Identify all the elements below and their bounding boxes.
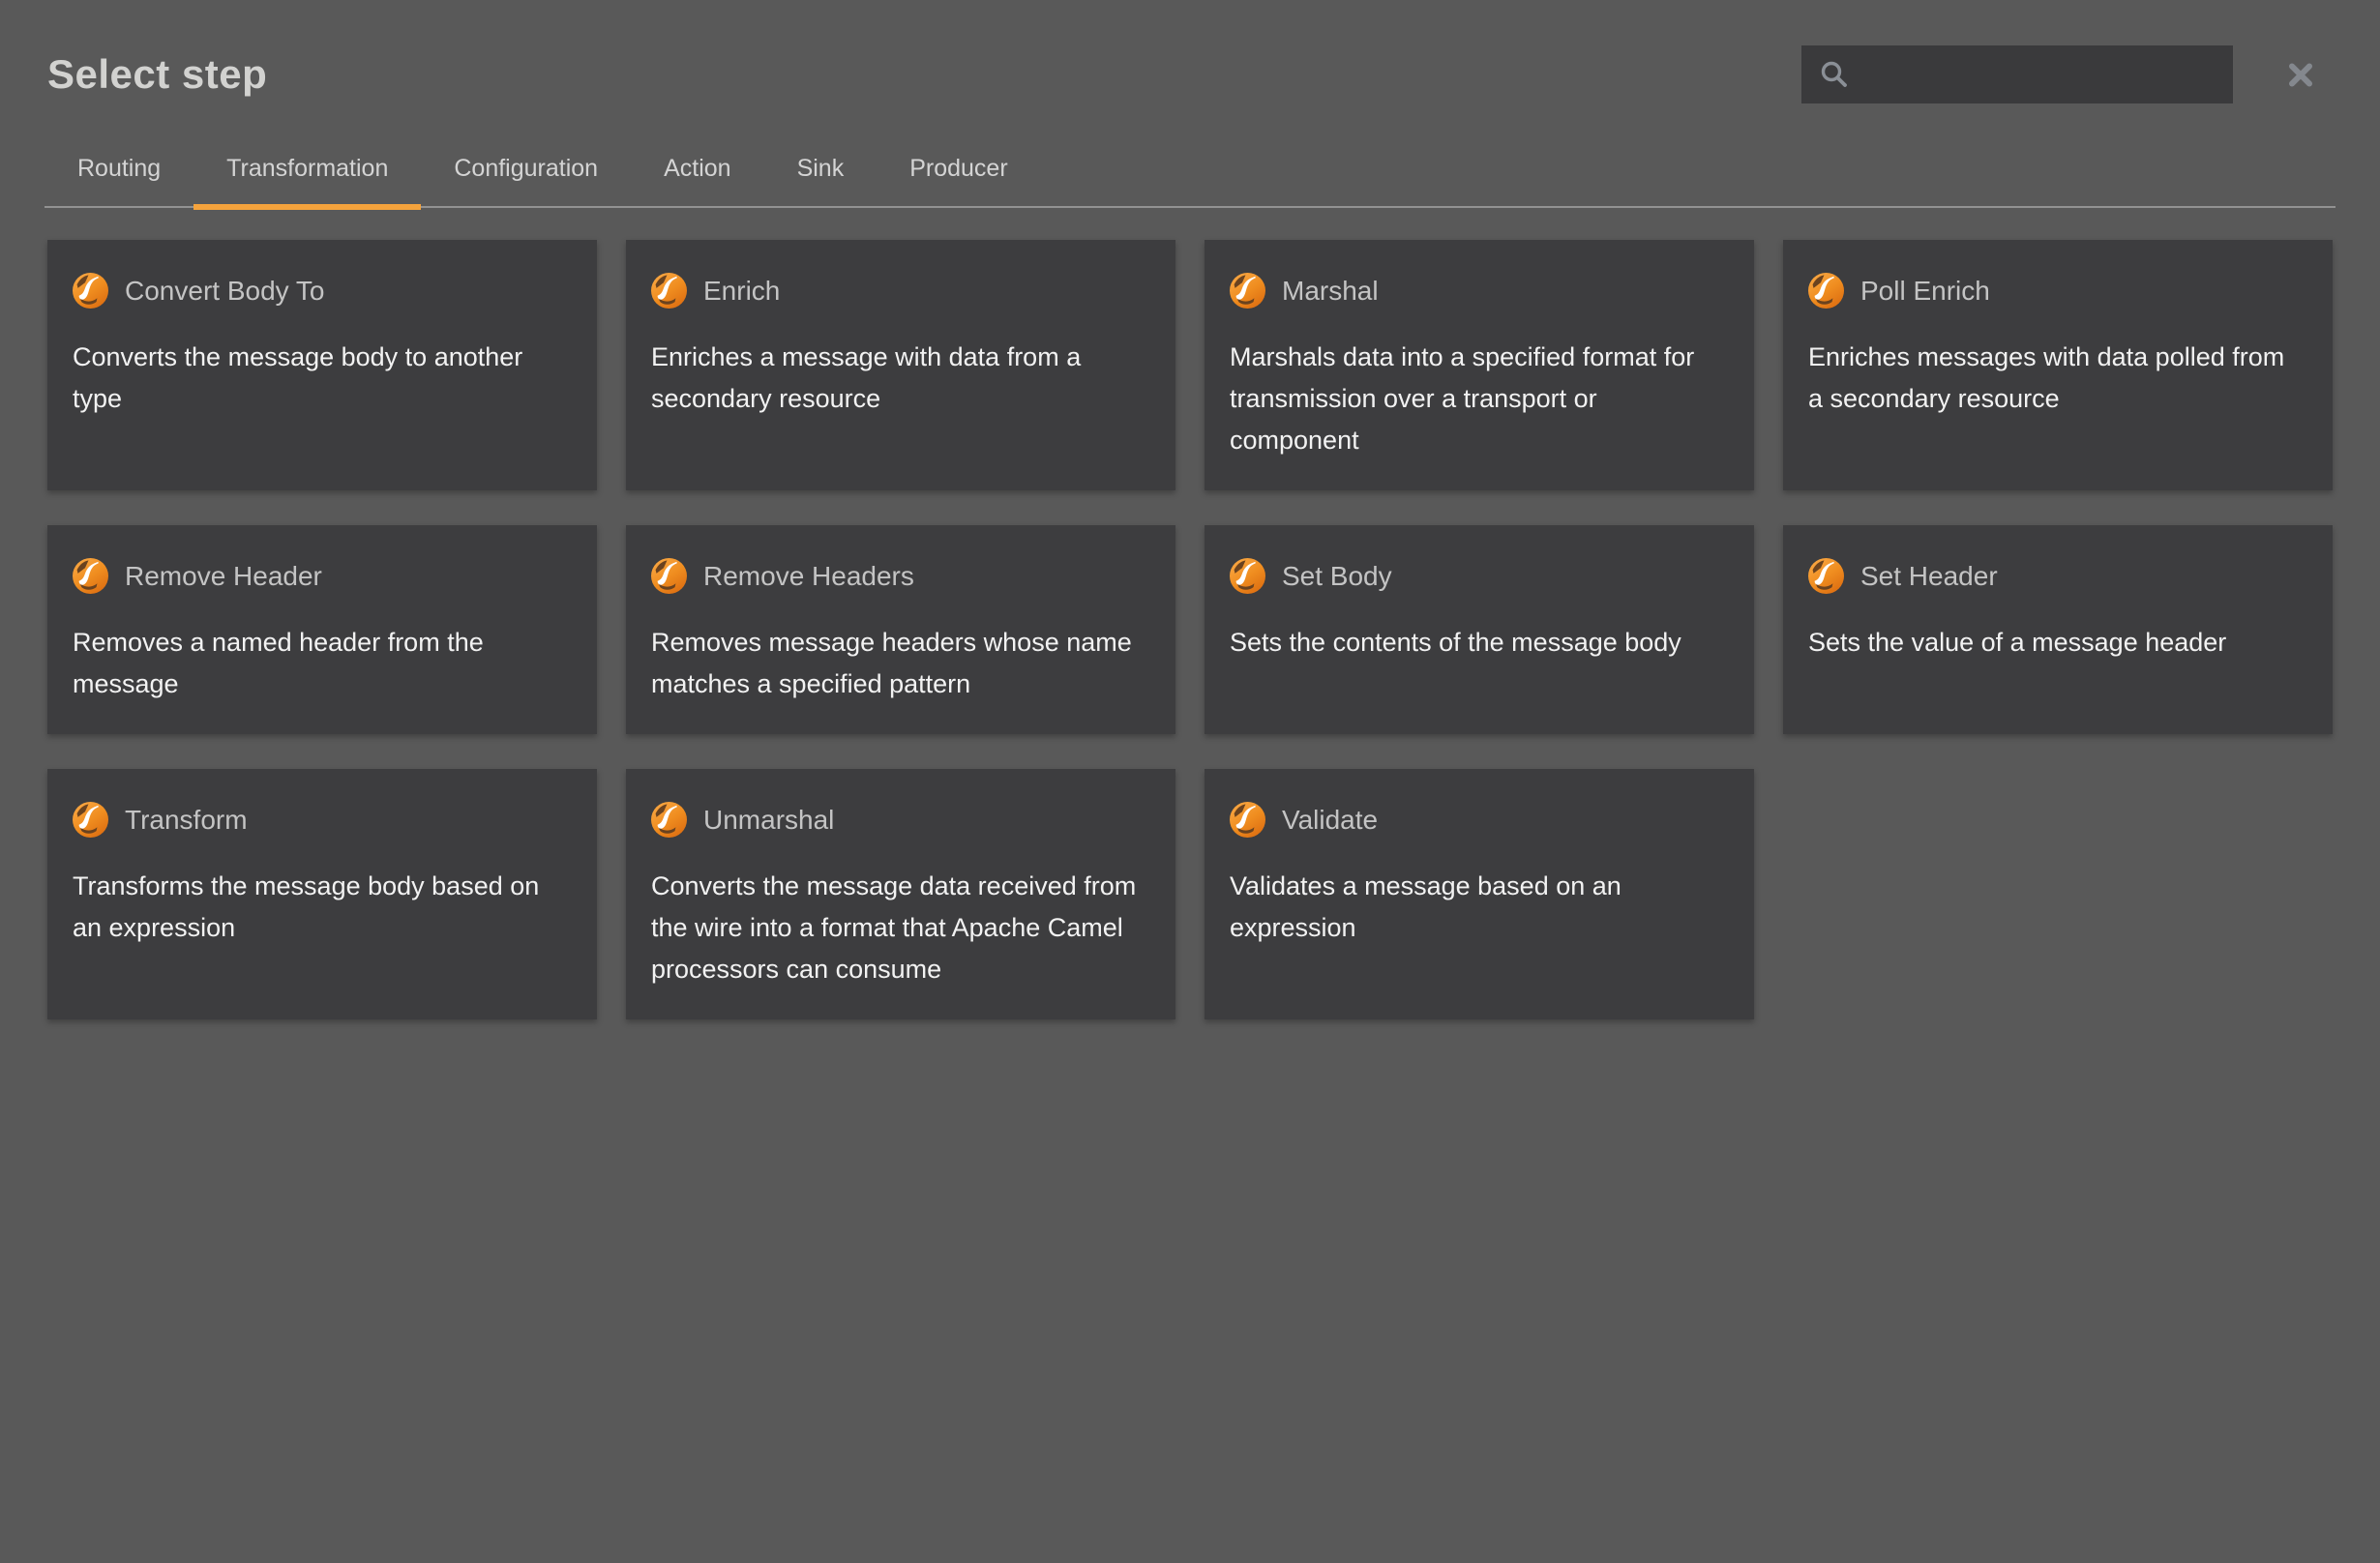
tab-label: Transformation: [226, 155, 388, 182]
step-card-set-header[interactable]: Set Header Sets the value of a message h…: [1783, 525, 2333, 734]
camel-icon: [73, 558, 108, 594]
step-card-enrich[interactable]: Enrich Enriches a message with data from…: [626, 240, 1175, 490]
step-card-convert-body-to[interactable]: Convert Body To Converts the message bod…: [47, 240, 597, 490]
tab-label: Sink: [797, 155, 845, 182]
step-title: Remove Headers: [703, 560, 914, 593]
step-card-validate[interactable]: Validate Validates a message based on an…: [1205, 769, 1754, 1019]
tab-action[interactable]: Action: [631, 139, 763, 206]
step-description: Converts the message data received from …: [651, 866, 1148, 990]
step-title: Set Body: [1282, 560, 1392, 593]
step-card-unmarshal[interactable]: Unmarshal Converts the message data rece…: [626, 769, 1175, 1019]
tab-label: Action: [664, 155, 730, 182]
step-description: Sets the value of a message header: [1808, 622, 2306, 664]
tab-transformation[interactable]: Transformation: [193, 139, 421, 206]
camel-icon: [651, 802, 687, 838]
step-title: Transform: [125, 804, 248, 837]
step-description: Sets the contents of the message body: [1230, 622, 1727, 664]
search-box[interactable]: [1801, 45, 2233, 103]
tab-routing[interactable]: Routing: [45, 139, 193, 206]
step-description: Removes message headers whose name match…: [651, 622, 1148, 705]
search-icon: [1819, 59, 1850, 90]
step-title: Marshal: [1282, 275, 1379, 308]
step-description: Converts the message body to another typ…: [73, 337, 570, 420]
modal-header: Select step: [0, 0, 2380, 108]
tab-label: Producer: [909, 155, 1007, 182]
tab-configuration[interactable]: Configuration: [421, 139, 631, 206]
camel-icon: [73, 802, 108, 838]
step-title: Convert Body To: [125, 275, 325, 308]
step-description: Transforms the message body based on an …: [73, 866, 570, 949]
step-title: Remove Header: [125, 560, 322, 593]
camel-icon: [1230, 558, 1265, 594]
steps-grid: Convert Body To Converts the message bod…: [47, 240, 2333, 1019]
camel-icon: [651, 273, 687, 309]
step-title: Poll Enrich: [1860, 275, 1990, 308]
tab-producer[interactable]: Producer: [877, 139, 1040, 206]
step-description: Validates a message based on an expressi…: [1230, 866, 1727, 949]
step-card-marshal[interactable]: Marshal Marshals data into a specified f…: [1205, 240, 1754, 490]
step-description: Enriches messages with data polled from …: [1808, 337, 2306, 420]
camel-icon: [1808, 558, 1844, 594]
search-input[interactable]: [1850, 45, 2233, 103]
step-description: Removes a named header from the message: [73, 622, 570, 705]
camel-icon: [1808, 273, 1844, 309]
step-title: Set Header: [1860, 560, 1998, 593]
tab-bar: Routing Transformation Configuration Act…: [45, 139, 2335, 208]
close-button[interactable]: [2283, 58, 2318, 92]
step-description: Enriches a message with data from a seco…: [651, 337, 1148, 420]
tab-label: Routing: [77, 155, 161, 182]
step-card-set-body[interactable]: Set Body Sets the contents of the messag…: [1205, 525, 1754, 734]
camel-icon: [1230, 802, 1265, 838]
header-actions: [1801, 45, 2318, 103]
step-title: Validate: [1282, 804, 1378, 837]
step-title: Enrich: [703, 275, 780, 308]
step-card-transform[interactable]: Transform Transforms the message body ba…: [47, 769, 597, 1019]
select-step-modal: Select step Routing Transformation Confi…: [0, 0, 2380, 1563]
tab-label: Configuration: [454, 155, 598, 182]
camel-icon: [651, 558, 687, 594]
tab-sink[interactable]: Sink: [764, 139, 878, 206]
step-card-remove-headers[interactable]: Remove Headers Removes message headers w…: [626, 525, 1175, 734]
step-card-remove-header[interactable]: Remove Header Removes a named header fro…: [47, 525, 597, 734]
camel-icon: [1230, 273, 1265, 309]
step-title: Unmarshal: [703, 804, 834, 837]
step-card-poll-enrich[interactable]: Poll Enrich Enriches messages with data …: [1783, 240, 2333, 490]
camel-icon: [73, 273, 108, 309]
close-icon: [2287, 62, 2314, 88]
step-description: Marshals data into a specified format fo…: [1230, 337, 1727, 461]
page-title: Select step: [47, 51, 267, 98]
